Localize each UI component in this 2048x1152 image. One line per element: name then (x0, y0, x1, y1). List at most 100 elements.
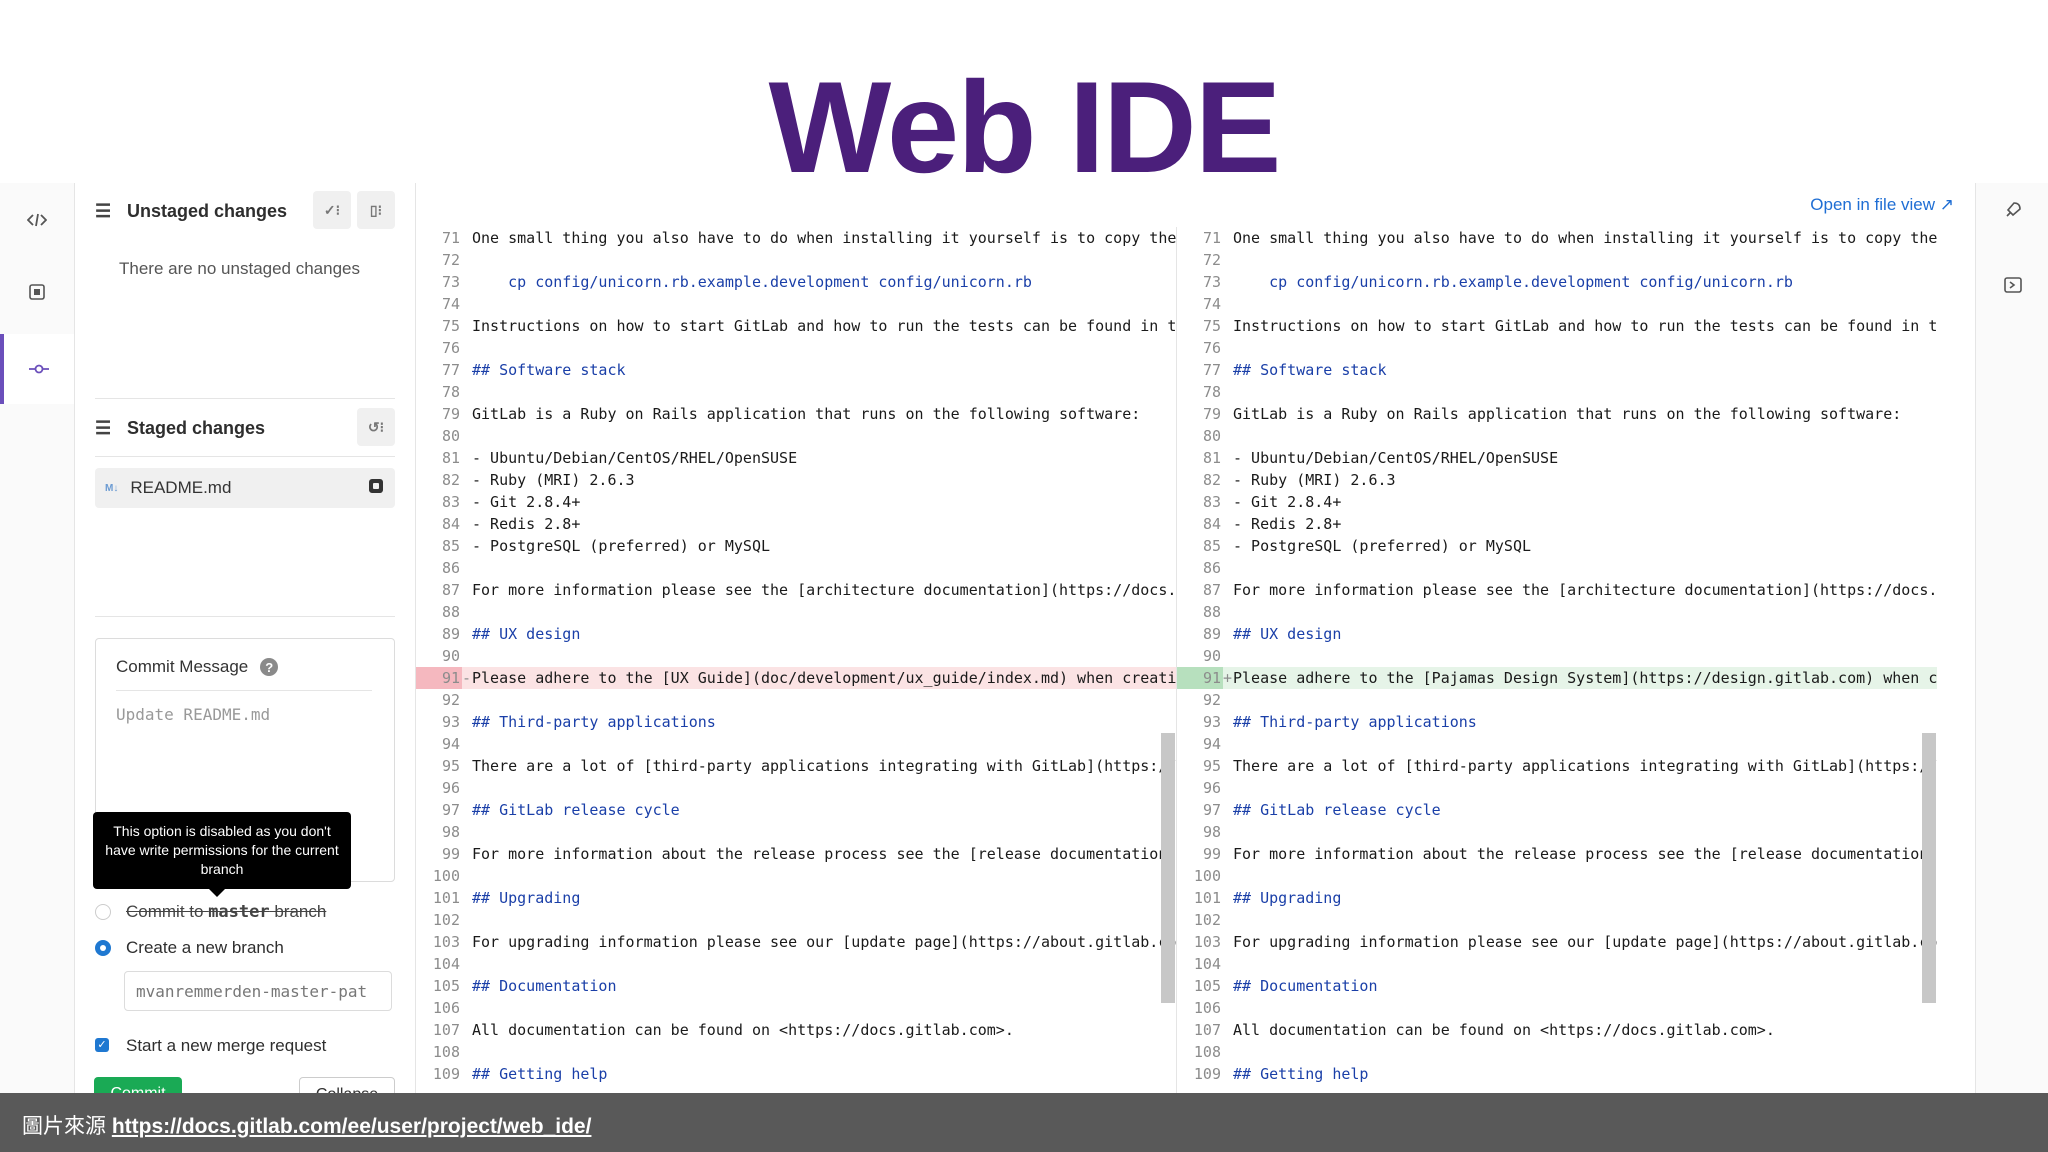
code-line[interactable]: 89 ## UX design (416, 623, 1176, 645)
modified-pane[interactable]: 71 One small thing you also have to do wh… (1177, 227, 1937, 1098)
commit-icon[interactable] (0, 334, 74, 404)
code-line[interactable]: 86 (416, 557, 1176, 579)
new-branch-radio[interactable] (95, 940, 111, 956)
code-line[interactable]: 100 (416, 865, 1176, 887)
code-line[interactable]: 84 - Redis 2.8+ (1177, 513, 1937, 535)
code-line[interactable]: 91 -Please adhere to the [UX Guide](doc/d… (416, 667, 1176, 689)
commit-message-textarea[interactable]: Update README.md (116, 705, 270, 724)
code-line[interactable]: 93 ## Third-party applications (416, 711, 1176, 733)
code-line[interactable]: 72 (416, 249, 1176, 271)
code-line[interactable]: 95 There are a lot of [third-party applic… (416, 755, 1176, 777)
code-line[interactable]: 96 (416, 777, 1176, 799)
staged-file-row[interactable]: M↓ README.md (95, 468, 395, 508)
code-line[interactable]: 81 - Ubuntu/Debian/CentOS/RHEL/OpenSUSE (416, 447, 1176, 469)
branch-name-input[interactable]: mvanremmerden-master-pat (124, 971, 392, 1011)
code-line[interactable]: 89 ## UX design (1177, 623, 1937, 645)
code-line[interactable]: 106 (1177, 997, 1937, 1019)
code-line[interactable]: 94 (416, 733, 1176, 755)
code-line[interactable]: 78 (1177, 381, 1937, 403)
code-line[interactable]: 107 All documentation can be found on <ht… (416, 1019, 1176, 1041)
code-line[interactable]: 78 (416, 381, 1176, 403)
code-line[interactable]: 107 All documentation can be found on <ht… (1177, 1019, 1937, 1041)
code-line[interactable]: 82 - Ruby (MRI) 2.6.3 (1177, 469, 1937, 491)
code-line[interactable]: 99 For more information about the release… (416, 843, 1176, 865)
code-line[interactable]: 104 (1177, 953, 1937, 975)
code-line[interactable]: 90 (1177, 645, 1937, 667)
unstage-all-button[interactable]: ↺⁝ (357, 408, 395, 446)
code-line[interactable]: 94 (1177, 733, 1937, 755)
code-line[interactable]: 97 ## GitLab release cycle (416, 799, 1176, 821)
code-line[interactable]: 85 - PostgreSQL (preferred) or MySQL (416, 535, 1176, 557)
code-line[interactable]: 73 cp config/unicorn.rb.example.developm… (416, 271, 1176, 293)
code-line[interactable]: 74 (1177, 293, 1937, 315)
code-line[interactable]: 109 ## Getting help (416, 1063, 1176, 1085)
code-line[interactable]: 79 GitLab is a Ruby on Rails application … (1177, 403, 1937, 425)
stage-all-button[interactable]: ✓⁝ (313, 191, 351, 229)
unstage-file-icon[interactable] (369, 479, 383, 493)
code-line[interactable]: 77 ## Software stack (416, 359, 1176, 381)
code-line[interactable]: 108 (416, 1041, 1176, 1063)
code-line[interactable]: 99 For more information about the release… (1177, 843, 1937, 865)
code-line[interactable]: 87 For more information please see the [a… (416, 579, 1176, 601)
code-line[interactable]: 84 - Redis 2.8+ (416, 513, 1176, 535)
code-line[interactable]: 106 (416, 997, 1176, 1019)
edit-icon[interactable] (0, 190, 74, 250)
code-line[interactable]: 95 There are a lot of [third-party applic… (1177, 755, 1937, 777)
help-icon[interactable]: ? (260, 658, 279, 676)
code-line[interactable]: 104 (416, 953, 1176, 975)
original-pane[interactable]: 71 One small thing you also have to do wh… (416, 227, 1176, 1098)
code-line[interactable]: 88 (416, 601, 1176, 623)
code-line[interactable]: 105 ## Documentation (1177, 975, 1937, 997)
code-line[interactable]: 81 - Ubuntu/Debian/CentOS/RHEL/OpenSUSE (1177, 447, 1937, 469)
code-line[interactable]: 108 (1177, 1041, 1937, 1063)
code-line[interactable]: 105 ## Documentation (416, 975, 1176, 997)
code-line[interactable]: 96 (1177, 777, 1937, 799)
code-line[interactable]: 80 (416, 425, 1176, 447)
code-line[interactable]: 83 - Git 2.8.4+ (416, 491, 1176, 513)
right-scrollbar[interactable] (1922, 733, 1936, 1003)
code-line[interactable]: 80 (1177, 425, 1937, 447)
code-line[interactable]: 98 (1177, 821, 1937, 843)
code-line[interactable]: 71 One small thing you also have to do wh… (1177, 227, 1937, 249)
code-line[interactable]: 77 ## Software stack (1177, 359, 1937, 381)
code-line[interactable]: 75 Instructions on how to start GitLab an… (416, 315, 1176, 337)
code-line[interactable]: 92 (1177, 689, 1937, 711)
code-line[interactable]: 92 (416, 689, 1176, 711)
code-line[interactable]: 101 ## Upgrading (1177, 887, 1937, 909)
terminal-icon[interactable] (1976, 277, 2048, 298)
code-line[interactable]: 109 ## Getting help (1177, 1063, 1937, 1085)
code-line[interactable]: 100 (1177, 865, 1937, 887)
code-line[interactable]: 87 For more information please see the [a… (1177, 579, 1937, 601)
code-line[interactable]: 97 ## GitLab release cycle (1177, 799, 1937, 821)
code-line[interactable]: 79 GitLab is a Ruby on Rails application … (416, 403, 1176, 425)
source-url-link[interactable]: https://docs.gitlab.com/ee/user/project/… (112, 1115, 592, 1138)
open-in-file-view-link[interactable]: Open in file view ↗ (1810, 195, 1954, 215)
code-line[interactable]: 102 (1177, 909, 1937, 931)
code-line[interactable]: 76 (416, 337, 1176, 359)
code-line[interactable]: 90 (416, 645, 1176, 667)
code-line[interactable]: 76 (1177, 337, 1937, 359)
code-line[interactable]: 73 cp config/unicorn.rb.example.developm… (1177, 271, 1937, 293)
pipeline-rocket-icon[interactable] (1976, 201, 2048, 224)
code-line[interactable]: 85 - PostgreSQL (preferred) or MySQL (1177, 535, 1937, 557)
code-line[interactable]: 71 One small thing you also have to do wh… (416, 227, 1176, 249)
code-line[interactable]: 101 ## Upgrading (416, 887, 1176, 909)
code-line[interactable]: 74 (416, 293, 1176, 315)
code-line[interactable]: 102 (416, 909, 1176, 931)
code-line[interactable]: 75 Instructions on how to start GitLab an… (1177, 315, 1937, 337)
code-line[interactable]: 72 (1177, 249, 1937, 271)
code-line[interactable]: 98 (416, 821, 1176, 843)
code-line[interactable]: 86 (1177, 557, 1937, 579)
merge-request-checkbox[interactable]: ✓ (95, 1038, 109, 1052)
code-line[interactable]: 82 - Ruby (MRI) 2.6.3 (416, 469, 1176, 491)
review-icon[interactable] (0, 262, 74, 322)
code-line[interactable]: 83 - Git 2.8.4+ (1177, 491, 1937, 513)
code-line[interactable]: 103 For upgrading information please see … (416, 931, 1176, 953)
left-scrollbar[interactable] (1161, 733, 1175, 1003)
code-line[interactable]: 88 (1177, 601, 1937, 623)
code-line[interactable]: 93 ## Third-party applications (1177, 711, 1937, 733)
discard-all-button[interactable]: ▯⁝ (357, 191, 395, 229)
code-line[interactable]: 103 For upgrading information please see … (1177, 931, 1937, 953)
commit-to-branch-radio[interactable] (95, 904, 111, 920)
code-line[interactable]: 91 +Please adhere to the [Pajamas Design … (1177, 667, 1937, 689)
